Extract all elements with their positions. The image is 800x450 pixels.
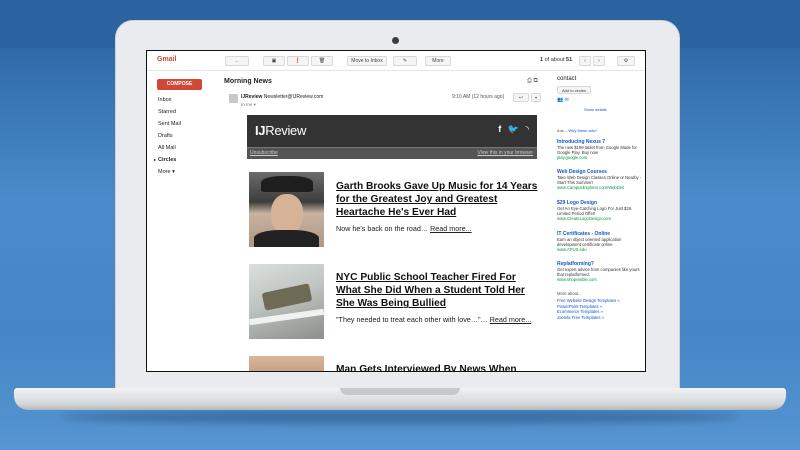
chevron-down-icon: ▾: [172, 169, 175, 175]
ad-item[interactable]: IT Certificates - Online Earn an object …: [557, 231, 645, 252]
story-image[interactable]: [249, 172, 324, 247]
newsletter-links-bar: Unsubscribe View this in your browser: [247, 147, 537, 159]
cowboy-hat-shape: [261, 176, 313, 192]
message-more-icon[interactable]: ▾: [531, 93, 541, 102]
laptop-screen: Gmail ← ▣ ❗ 🗑 Move to Inbox ✎ More 1 of …: [146, 50, 646, 372]
delete-icon[interactable]: 🗑: [311, 56, 333, 66]
expand-arrow-icon: ▸: [154, 157, 157, 162]
new-window-icon[interactable]: ⧉: [533, 78, 537, 84]
read-more-link[interactable]: Read more...: [490, 315, 532, 324]
compose-button[interactable]: COMPOSE: [157, 79, 202, 90]
chalkboard-ledge-shape: [249, 308, 324, 326]
nav-circles[interactable]: ▸ Circles: [154, 157, 176, 163]
ads-label: Ads – Why these ads?: [557, 128, 598, 133]
more-button[interactable]: More: [425, 56, 451, 66]
gmail-toolbar: Gmail ← ▣ ❗ 🗑 Move to Inbox ✎ More 1 of …: [147, 51, 645, 71]
ad-url: www.CampusExplorer.com/WebDes: [557, 185, 625, 190]
story-image[interactable]: [249, 264, 324, 339]
ad-url: www.CreateLogoDesign.com: [557, 216, 611, 221]
rss-icon[interactable]: ◝: [526, 124, 530, 134]
ad-body: Get An Eye-Catching Logo For Just $29. L…: [557, 206, 633, 216]
nav-drafts[interactable]: Drafts: [158, 133, 173, 139]
shirt-shape: [254, 230, 319, 247]
ad-item[interactable]: Replatforming? Get expert advice from co…: [557, 261, 645, 282]
ad-body: The new $199 tablet from Google Made for…: [557, 145, 637, 155]
nav-more[interactable]: More ▾: [158, 169, 175, 175]
sender-line[interactable]: IJReview Newsletter@IJReview.com: [241, 94, 323, 100]
back-icon[interactable]: ←: [225, 56, 249, 66]
newsletter-header: IJReview f 🐦 ◝ Unsubscribe View this in …: [247, 115, 537, 159]
unsubscribe-link[interactable]: Unsubscribe: [250, 150, 278, 156]
next-icon[interactable]: ›: [593, 56, 605, 66]
story-title[interactable]: NYC Public School Teacher Fired For What…: [336, 271, 541, 311]
contact-name: contact: [557, 76, 577, 82]
view-in-browser-link[interactable]: View this in your browser: [478, 150, 534, 156]
ad-item[interactable]: Introducing Nexus 7 The new $199 tablet …: [557, 139, 645, 160]
twitter-icon[interactable]: 🐦: [508, 124, 519, 134]
nav-inbox[interactable]: Inbox: [158, 97, 171, 103]
contact-icons: 👥 ✉: [557, 97, 569, 103]
ad-body: Earn an object oriented application deve…: [557, 237, 622, 247]
more-ads-link[interactable]: Free Website Design Templates »: [557, 298, 620, 304]
ad-item[interactable]: $29 Logo Design Get An Eye-Catching Logo…: [557, 200, 645, 221]
message-subject: Morning News: [224, 78, 272, 85]
mail-icon[interactable]: ✉: [565, 97, 569, 103]
pagination-text: 1 of about 51: [540, 57, 573, 63]
facebook-icon[interactable]: f: [498, 124, 501, 134]
ad-body: Take Web Design Classes Online or Nearby…: [557, 175, 642, 185]
print-icon[interactable]: ⎙: [527, 78, 532, 84]
reply-icon[interactable]: ↩: [513, 93, 529, 102]
laptop-shadow: [60, 410, 740, 424]
ad-url: play.google.com: [557, 155, 588, 160]
story-title[interactable]: Man Gets Interviewed By News When What's: [336, 363, 541, 371]
story-image[interactable]: [249, 356, 324, 371]
why-these-ads-link[interactable]: Why these ads?: [568, 128, 597, 133]
webcam: [392, 37, 399, 44]
ad-url: www.APUS.edu: [557, 247, 587, 252]
story-teaser: Now he's back on the road… Read more...: [336, 224, 472, 233]
message-actions: ⎙ ⧉: [527, 78, 538, 85]
recipient-line[interactable]: to me ▾: [241, 102, 256, 108]
ad-item[interactable]: Web Design Courses Take Web Design Class…: [557, 169, 645, 190]
social-links: f 🐦 ◝: [494, 124, 529, 135]
ad-body: Get expert advice from companies like yo…: [557, 267, 640, 277]
read-more-link[interactable]: Read more...: [430, 224, 472, 233]
spam-icon[interactable]: ❗: [287, 56, 309, 66]
eraser-shape: [261, 283, 313, 311]
more-about-label: More about...: [557, 291, 582, 296]
laptop-notch: [340, 388, 460, 395]
story-title[interactable]: Garth Brooks Gave Up Music for 14 Years …: [336, 180, 541, 220]
show-details-link[interactable]: Show details: [584, 107, 607, 112]
gmail-logo[interactable]: Gmail: [157, 56, 176, 63]
chevron-down-icon: ▾: [253, 102, 256, 107]
sender-avatar: [229, 94, 238, 103]
nav-starred[interactable]: Starred: [158, 109, 176, 115]
add-to-circles-button[interactable]: Add to circles: [557, 86, 591, 94]
prev-icon[interactable]: ‹: [579, 56, 591, 66]
ijreview-logo[interactable]: IJReview: [255, 123, 306, 138]
nav-all-mail[interactable]: All Mail: [158, 145, 176, 151]
story-teaser: "They needed to treat each other with lo…: [336, 315, 532, 324]
ad-url: www.shopvisible.com: [557, 277, 597, 282]
settings-gear-icon[interactable]: ⚙: [617, 56, 635, 66]
labels-icon[interactable]: ✎: [393, 56, 417, 66]
archive-icon[interactable]: ▣: [263, 56, 285, 66]
more-ads-list: Free Website Design Templates » PowerPoi…: [557, 298, 620, 320]
move-to-inbox-button[interactable]: Move to Inbox: [347, 56, 387, 66]
people-icon[interactable]: 👥: [557, 97, 563, 103]
message-time: 9:10 AM (12 hours ago): [452, 94, 505, 100]
nav-sent-mail[interactable]: Sent Mail: [158, 121, 181, 127]
face-shape: [271, 194, 303, 234]
more-ads-link[interactable]: Joomla Free Templates »: [557, 315, 620, 321]
